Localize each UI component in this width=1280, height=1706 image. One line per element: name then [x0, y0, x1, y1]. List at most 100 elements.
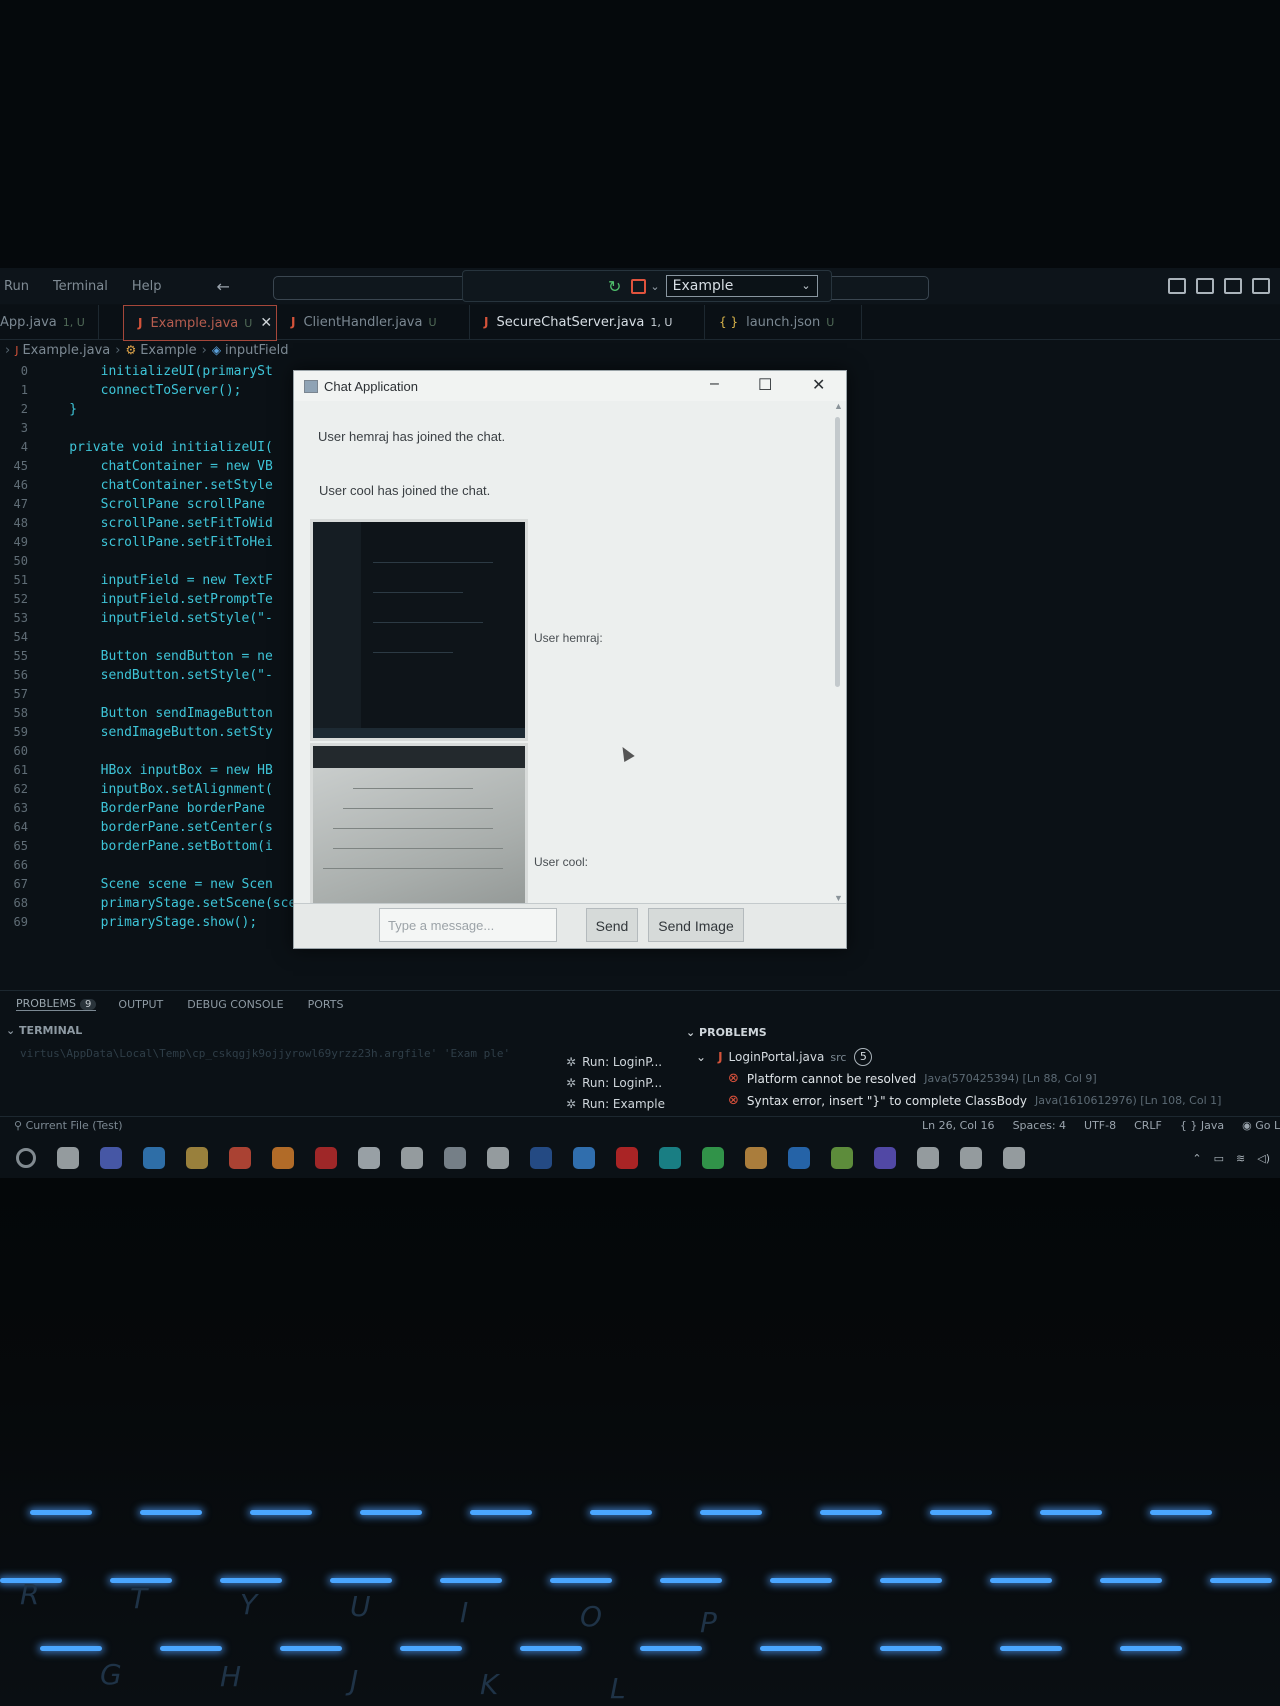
terminal-session[interactable]: ✲ Run: LoginP...	[566, 1051, 665, 1072]
battery-icon[interactable]: ▭	[1214, 1152, 1224, 1165]
customize-layout-icon[interactable]	[1252, 278, 1270, 294]
problem-file-row[interactable]: ⌄ J LoginPortal.java src 5	[696, 1048, 873, 1066]
run-config-select[interactable]: Example ⌄	[665, 275, 818, 297]
back-arrow-icon[interactable]: ←	[217, 277, 230, 296]
mcafee-icon[interactable]	[315, 1147, 337, 1169]
terminal-session[interactable]: ✲ Run: LoginP...	[566, 1072, 665, 1093]
problems-header[interactable]: ⌄ PROBLEMS	[686, 1026, 1280, 1039]
chat-message-list[interactable]: User hemraj has joined the chat. User co…	[294, 401, 829, 903]
vscode-icon[interactable]	[788, 1147, 810, 1169]
key-backlight	[1150, 1510, 1212, 1515]
menu-terminal[interactable]: Terminal	[53, 279, 108, 294]
shared-screenshot-image[interactable]	[310, 519, 528, 741]
app-icon[interactable]	[358, 1147, 380, 1169]
scroll-up-icon[interactable]: ▲	[834, 401, 843, 411]
tab-securechatserver-java[interactable]: J SecureChatServer.java 1, U	[470, 305, 705, 339]
menu-run[interactable]: Run	[4, 279, 29, 294]
scroll-down-icon[interactable]: ▼	[834, 893, 843, 903]
firefox-icon[interactable]	[272, 1147, 294, 1169]
image-sender-label: User cool:	[534, 855, 589, 869]
breadcrumb-field[interactable]: inputField	[225, 343, 288, 358]
widgets-icon[interactable]	[143, 1147, 165, 1169]
scroll-thumb[interactable]	[835, 417, 840, 687]
status-encoding[interactable]: UTF-8	[1084, 1119, 1116, 1132]
chevron-up-icon[interactable]: ⌃	[1192, 1152, 1201, 1165]
status-indentation[interactable]: Spaces: 4	[1013, 1119, 1066, 1132]
line-number: 68	[13, 896, 28, 910]
status-go-live[interactable]: ◉ Go Live	[1242, 1119, 1280, 1132]
restart-icon[interactable]: ↻	[608, 277, 621, 296]
search-icon[interactable]	[16, 1148, 36, 1168]
store-icon[interactable]	[186, 1147, 208, 1169]
key-label: J	[350, 1664, 359, 1697]
chrome-icon[interactable]	[745, 1147, 767, 1169]
settings-icon[interactable]	[444, 1147, 466, 1169]
line-number: 69	[13, 915, 28, 929]
chevron-right-icon: ›	[115, 342, 121, 358]
menu-help[interactable]: Help	[132, 279, 162, 294]
app-icon[interactable]	[229, 1147, 251, 1169]
status-language[interactable]: { } Java	[1180, 1119, 1224, 1132]
system-tray: ⌃ ▭ ≋ ◁)	[1192, 1152, 1270, 1165]
status-run-target[interactable]: ⚲ Current File (Test)	[14, 1119, 123, 1132]
tab-output[interactable]: OUTPUT	[118, 998, 163, 1011]
photoshop-icon[interactable]	[530, 1147, 552, 1169]
todo-icon[interactable]	[573, 1147, 595, 1169]
key-backlight	[40, 1646, 102, 1651]
terminal-output[interactable]: virtus\AppData\Local\Temp\cp_cskqgjk9ojj…	[20, 1046, 540, 1061]
breadcrumb-class[interactable]: Example	[140, 343, 196, 358]
teams-icon[interactable]	[100, 1147, 122, 1169]
problem-item[interactable]: ⊗ Syntax error, insert "}" to complete C…	[728, 1093, 1221, 1108]
tab-app-java[interactable]: App.java 1, U	[0, 305, 99, 339]
youtube-icon[interactable]	[616, 1147, 638, 1169]
breadcrumb-file[interactable]: Example.java	[22, 343, 110, 358]
send-image-button[interactable]: Send Image	[648, 908, 744, 942]
java-icon[interactable]	[960, 1147, 982, 1169]
task-view-icon[interactable]	[57, 1147, 79, 1169]
close-icon[interactable]: ✕	[812, 375, 825, 395]
cube-icon[interactable]	[401, 1147, 423, 1169]
send-button[interactable]: Send	[586, 908, 638, 942]
key-backlight	[1040, 1510, 1102, 1515]
messenger-icon[interactable]	[874, 1147, 896, 1169]
tab-clienthandler-java[interactable]: J ClientHandler.java U	[277, 305, 470, 339]
whatsapp-icon[interactable]	[702, 1147, 724, 1169]
debug-toolbar: ↻ ⌄ Example ⌄	[462, 270, 832, 302]
status-cursor-position[interactable]: Ln 26, Col 16	[922, 1119, 995, 1132]
app-icon[interactable]	[831, 1147, 853, 1169]
volume-icon[interactable]: ◁)	[1257, 1152, 1270, 1165]
chevron-down-icon[interactable]: ⌄	[650, 280, 659, 293]
stop-icon[interactable]	[631, 278, 647, 294]
toggle-panel-icon[interactable]	[1196, 278, 1214, 294]
line-number: 4	[20, 440, 28, 454]
tab-example-java[interactable]: J Example.java U ✕	[123, 305, 277, 341]
edge-icon[interactable]	[659, 1147, 681, 1169]
line-number: 45	[13, 459, 28, 473]
field-icon: ◈	[211, 343, 222, 357]
problem-item[interactable]: ⊗ Platform cannot be resolved Java(57042…	[728, 1071, 1097, 1086]
terminal-header[interactable]: ⌄ TERMINAL	[6, 1024, 82, 1037]
java-icon[interactable]	[917, 1147, 939, 1169]
minimize-icon[interactable]: –	[710, 375, 719, 393]
wifi-icon[interactable]: ≋	[1236, 1152, 1245, 1165]
tab-debug-console[interactable]: DEBUG CONSOLE	[187, 998, 283, 1011]
terminal-icon[interactable]	[487, 1147, 509, 1169]
close-icon[interactable]: ✕	[260, 315, 272, 331]
key-backlight	[330, 1578, 392, 1583]
line-number: 0	[20, 364, 28, 378]
chat-scrollbar[interactable]: ▲ ▼	[834, 401, 843, 903]
key-backlight	[1120, 1646, 1182, 1651]
key-backlight	[280, 1646, 342, 1651]
status-eol[interactable]: CRLF	[1134, 1119, 1162, 1132]
terminal-session[interactable]: ✲ Run: Example	[566, 1093, 665, 1114]
key-label: K	[480, 1668, 499, 1701]
java-icon[interactable]	[1003, 1147, 1025, 1169]
message-input[interactable]: Type a message...	[379, 908, 557, 942]
tab-problems[interactable]: PROBLEMS 9	[16, 997, 97, 1011]
tab-launch-json[interactable]: { } launch.json U	[705, 305, 862, 339]
maximize-icon[interactable]: ☐	[758, 375, 772, 395]
toggle-secondary-sidebar-icon[interactable]	[1224, 278, 1242, 294]
toggle-sidebar-icon[interactable]	[1168, 278, 1186, 294]
tab-ports[interactable]: PORTS	[308, 998, 344, 1011]
shared-photo-image[interactable]	[310, 743, 528, 903]
